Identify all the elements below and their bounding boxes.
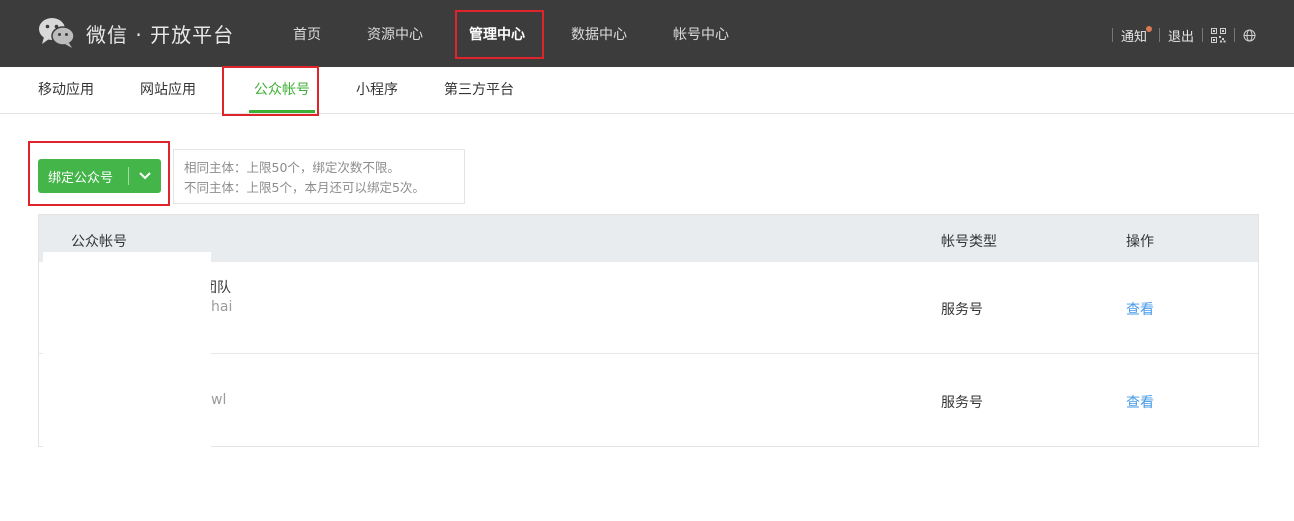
qrcode-icon[interactable] — [1211, 27, 1226, 43]
nav-item-home[interactable]: 首页 — [270, 0, 344, 67]
bind-limit-tip: 相同主体：上限50个，绑定次数不限。 不同主体：上限5个，本月还可以绑定5次。 — [173, 149, 465, 204]
tip-line-different-entity: 不同主体：上限5个，本月还可以绑定5次。 — [184, 180, 425, 195]
header-account: 公众帐号 — [71, 234, 127, 250]
nav-item-account[interactable]: 帐号中心 — [650, 0, 752, 67]
header-account-type: 帐号类型 — [941, 234, 997, 250]
top-header: 微信 · 开放平台 首页 资源中心 管理中心 数据中心 帐号中心 通知 退出 — [0, 0, 1294, 67]
logo[interactable]: 微信 · 开放平台 — [38, 17, 234, 49]
tab-third-party-platform[interactable]: 第三方平台 — [421, 67, 537, 113]
redacted-area — [43, 252, 211, 447]
wechat-logo-icon — [38, 17, 76, 49]
logout-link[interactable]: 退出 — [1168, 26, 1194, 45]
site-title: 微信 · 开放平台 — [86, 22, 235, 47]
nav-item-management[interactable]: 管理中心 — [446, 0, 548, 67]
tip-line-same-entity: 相同主体：上限50个，绑定次数不限。 — [184, 160, 400, 175]
header-action: 操作 — [1126, 234, 1154, 250]
tab-mobile-apps[interactable]: 移动应用 — [15, 67, 117, 113]
view-link[interactable]: 查看 — [1126, 299, 1154, 319]
bind-button-label: 绑定公众号 — [48, 170, 114, 186]
bind-official-account-button[interactable]: 绑定公众号 — [38, 159, 161, 193]
notification-dot — [1145, 25, 1152, 32]
main-nav: 首页 资源中心 管理中心 数据中心 帐号中心 — [270, 0, 752, 67]
nav-item-data[interactable]: 数据中心 — [548, 0, 650, 67]
view-link[interactable]: 查看 — [1126, 392, 1154, 412]
divider — [1111, 28, 1113, 42]
notify-label: 通知 — [1120, 29, 1147, 45]
table-row: 团队 hai 服务号 查看 — [39, 261, 1258, 354]
chevron-down-icon[interactable] — [129, 159, 161, 193]
divider — [1234, 28, 1235, 42]
tab-official-accounts[interactable]: 公众帐号 — [231, 67, 333, 113]
redacted-area — [434, 354, 914, 358]
table-row: wl 服务号 查看 — [39, 354, 1258, 446]
sub-nav: 移动应用 网站应用 公众帐号 小程序 第三方平台 — [0, 67, 1294, 114]
tab-mini-programs[interactable]: 小程序 — [333, 67, 421, 113]
notify-link[interactable]: 通知 — [1120, 25, 1152, 45]
divider — [1202, 28, 1203, 42]
account-type: 服务号 — [941, 302, 983, 318]
tab-web-apps[interactable]: 网站应用 — [117, 67, 219, 113]
divider — [1158, 28, 1160, 42]
accounts-table: 公众帐号 帐号类型 操作 团队 hai 服务号 查看 wl 服务号 查看 — [38, 214, 1259, 447]
account-id: wl — [211, 392, 227, 408]
account-id: hai — [211, 299, 233, 315]
globe-icon[interactable] — [1243, 29, 1256, 42]
table-header: 公众帐号 帐号类型 操作 — [39, 215, 1258, 262]
nav-item-resources[interactable]: 资源中心 — [344, 0, 446, 67]
header-tools: 通知 退出 — [1104, 25, 1256, 45]
account-type: 服务号 — [941, 395, 983, 411]
